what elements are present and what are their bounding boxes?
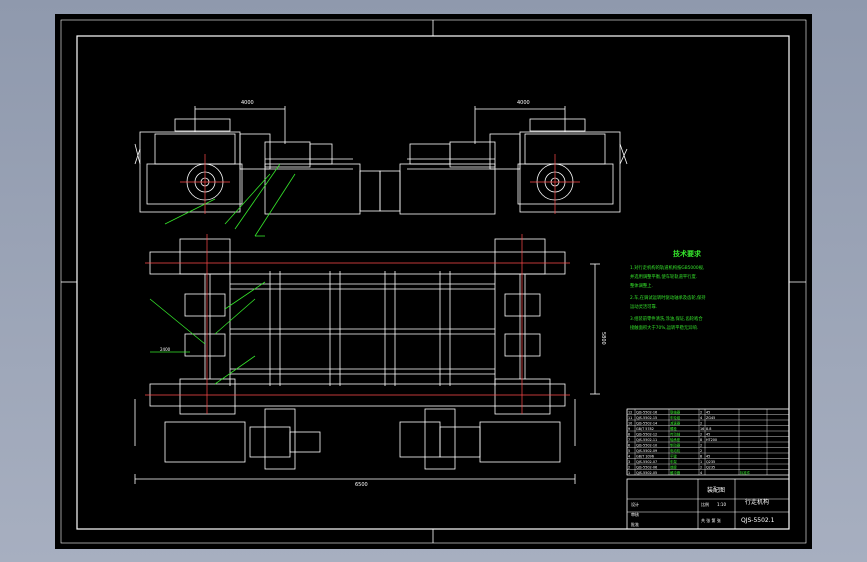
parts-table-cell: 8: [628, 432, 630, 436]
parts-table-cell: 45: [706, 432, 710, 436]
parts-table-cell: 车轮组: [670, 415, 681, 420]
title-block-scale: 1:10: [717, 502, 726, 507]
parts-table-cell: QJS-5502-07: [636, 460, 657, 464]
title-block-part-name: 行走机构: [745, 498, 769, 506]
parts-table-cell: QJS-5502-10: [636, 443, 657, 447]
center-marks: [61, 20, 806, 543]
parts-table-cell: QJS-5502-11: [636, 438, 657, 442]
parts-table-cell: 标准件: [740, 470, 751, 475]
parts-table-cell: 4: [700, 416, 702, 420]
parts-table-cell: 联轴器: [670, 409, 681, 414]
parts-table-cell: 10: [628, 421, 632, 425]
parts-table-cell: 12: [628, 410, 632, 414]
lower-view: [134, 399, 576, 484]
parts-table-cell: 9: [628, 427, 630, 431]
parts-table-cell: 45: [706, 410, 710, 414]
parts-table-cell: 缓冲器: [670, 470, 681, 475]
parts-table-cell: 车架: [670, 459, 677, 464]
title-block-checker: 审核: [631, 511, 639, 517]
parts-table-cell: 轴承座: [670, 437, 681, 442]
parts-table-cell: QJS-5502-06: [636, 465, 657, 469]
parts-table-cell: 2: [700, 421, 702, 425]
tech-line: 1.对行走机构的轨道机构按GB5000规,: [630, 264, 704, 271]
parts-table-cell: QJS-5502-09: [636, 449, 657, 453]
tech-line: 2.车,在调试运转时驱动轴承及齿轮,保持: [630, 294, 706, 301]
drawing-sheet: 4000 4000 6500 5800 2400 技术要求 1.对行走机构的轨道…: [55, 14, 812, 549]
assembly-drawing: 4000 4000 6500 5800 2400 技术要求 1.对行走机构的轨道…: [60, 19, 807, 544]
parts-table-cell: 5: [628, 449, 630, 453]
tech-line: 整体调整上.: [630, 282, 653, 289]
dim-track-gauge: 5800: [600, 332, 606, 345]
parts-table-cell: 7: [628, 438, 630, 442]
title-block-sheet: 共 张 第 张: [701, 517, 721, 523]
tech-line: 3.组装前零件清洗,涂油,保证,齿轮啮合: [630, 315, 703, 322]
parts-table-cell: QJS-5502-12: [636, 432, 657, 436]
plan-centerlines: [145, 234, 570, 414]
upper-leaders: [164, 163, 296, 237]
title-block: 装配图 行走机构 QJS-5502.1 比例 1:10 共 张 第 张 设计 审…: [626, 478, 790, 530]
parts-table-cell: QJS-5502-15: [636, 416, 657, 420]
parts-table-cell: 2: [700, 410, 702, 414]
parts-table-cell: 传动轴: [670, 431, 681, 436]
parts-table-cell: QJS-5502-14: [636, 421, 657, 425]
parts-table-cell: 3: [628, 460, 630, 464]
parts-table-cell: 2: [628, 465, 630, 469]
parts-table-cell: 4: [628, 454, 630, 458]
parts-table-cell: ZG45: [706, 416, 715, 420]
parts-table-cell: GB/T 5782: [636, 427, 654, 431]
parts-table-cell: 45: [706, 454, 710, 458]
outer-border: [60, 19, 807, 544]
title-block-scale-label: 比例: [701, 501, 709, 507]
parts-table-cell: 2: [700, 465, 702, 469]
parts-table-cell: 4: [700, 471, 702, 475]
parts-table-cell: 6: [628, 443, 630, 447]
upper-view: [134, 106, 628, 215]
parts-table-cell: 2: [700, 432, 702, 436]
title-block-company: 装配图: [707, 486, 725, 494]
parts-table-cell: Q235: [706, 465, 715, 469]
parts-table-cell: 8: [700, 454, 702, 458]
tech-line: 接触面积大于70%,运转平稳无异响.: [630, 324, 698, 331]
parts-list-table: 12 QJS-5502-16 联轴器 2 4511 QJS-5502-15 车轮组 4 ZG45…: [626, 408, 790, 476]
title-block-designer: 设计: [631, 501, 639, 507]
parts-table-cell: 8.8: [706, 427, 711, 431]
dim-side: 2400: [160, 347, 171, 352]
parts-table-cell: 8: [700, 438, 702, 442]
dim-top-left: 4000: [241, 100, 254, 106]
parts-table-cell: 制动器: [670, 442, 681, 447]
tech-requirements-title: 技术要求: [673, 249, 702, 258]
plan-view: [149, 238, 600, 415]
cad-viewport[interactable]: 4000 4000 6500 5800 2400 技术要求 1.对行走机构的轨道…: [0, 0, 867, 562]
tech-line: 运动灵活可靠.: [630, 303, 657, 310]
title-block-approver: 批准: [631, 521, 639, 527]
tech-line: 并选用调整平衡,使车轮轨道平行度.: [630, 273, 697, 280]
parts-table-cell: 减速器: [670, 420, 681, 425]
parts-table-cell: GB/T 1096: [636, 454, 654, 458]
parts-table-cell: 1: [700, 460, 702, 464]
parts-table-cell: 2: [700, 449, 702, 453]
parts-table-cell: QJS-5502-16: [636, 410, 657, 414]
parts-table-cell: 1: [628, 471, 630, 475]
dim-top-right: 4000: [517, 100, 530, 106]
parts-table-cell: 11: [628, 416, 632, 420]
inner-border: [76, 35, 790, 530]
parts-table-cell: 螺栓: [670, 426, 677, 431]
parts-table-cell: 平键: [670, 453, 677, 458]
parts-table-cell: QJS-5502-05: [636, 471, 657, 475]
parts-table-cell: 2: [700, 443, 702, 447]
title-block-drawing-no: QJS-5502.1: [741, 517, 775, 524]
parts-table-cell: 端梁: [670, 464, 677, 469]
dim-overall: 6500: [355, 482, 368, 488]
parts-table-cell: 16: [700, 427, 704, 431]
tech-requirements: 技术要求 1.对行走机构的轨道机构按GB5000规, 并选用调整平衡,使车轮轨道…: [630, 249, 706, 331]
parts-table-cell: HT200: [706, 438, 717, 442]
parts-table-cell: Q235: [706, 460, 715, 464]
parts-table-cell: 电动机: [670, 448, 681, 453]
